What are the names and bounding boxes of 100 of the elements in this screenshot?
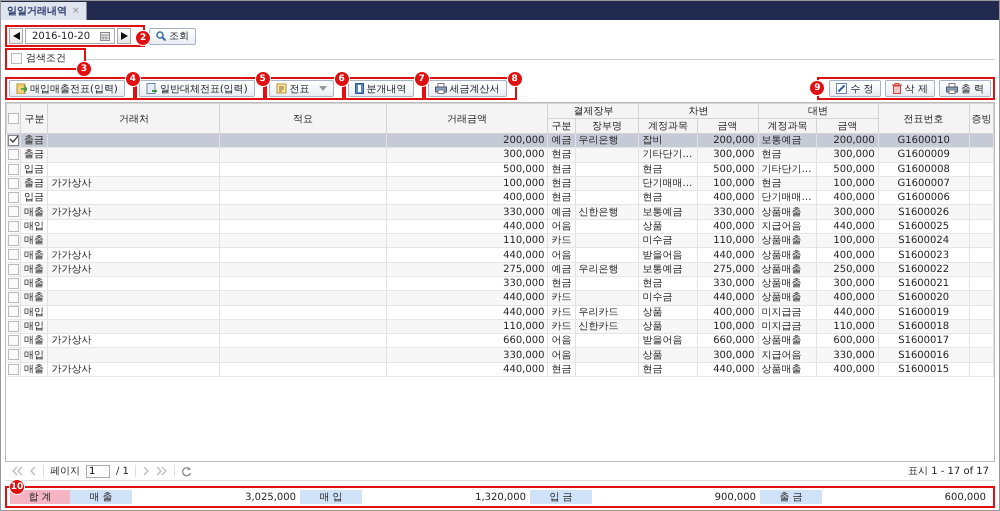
toolbar-button[interactable]: 일반대체전표(입력) xyxy=(138,80,255,97)
table-cell: 상품매출 xyxy=(762,235,802,246)
table-cell: 보통예금 xyxy=(762,135,802,146)
table-cell: 단기매매… xyxy=(642,178,692,190)
printer-icon xyxy=(434,83,447,94)
table-row[interactable]: 매입 440,000 카드 우리카드 상품 400,000 미지급금 440,000 S1600019 xyxy=(6,305,994,320)
summary-label: 출 금 xyxy=(760,490,822,504)
table-cell: 현금 xyxy=(551,278,572,290)
table-cell: 출금 xyxy=(24,149,44,160)
table-row[interactable]: 매출 440,000 카드 미수금 440,000 상품매출 400,000 S1600020 xyxy=(6,290,994,306)
document-icon xyxy=(276,83,287,94)
table-cell: 현금 xyxy=(642,192,662,204)
last-page-icon[interactable] xyxy=(156,466,168,476)
table-cell: 330,000 xyxy=(503,350,544,361)
checkbox[interactable] xyxy=(8,206,19,218)
window-tab[interactable]: 일일거래내역 × xyxy=(1,2,87,20)
table-cell: 440,000 xyxy=(713,292,755,304)
table-cell: 예금 xyxy=(551,206,572,218)
table-cell: S1600022 xyxy=(898,264,950,275)
search-button[interactable]: 조회 xyxy=(149,28,196,44)
table-cell: 330,000 xyxy=(503,278,544,290)
table-cell: 330,000 xyxy=(503,206,544,218)
table-cell: 카드 xyxy=(551,292,572,304)
toolbar-button[interactable]: 매입매출전표(입력) xyxy=(9,80,125,97)
checkbox[interactable] xyxy=(8,335,19,346)
summary-value: 600,000 xyxy=(944,490,987,504)
table-cell: 상품매출 xyxy=(762,264,802,275)
checkbox[interactable] xyxy=(8,220,19,232)
first-page-icon[interactable] xyxy=(11,466,23,476)
checkbox[interactable] xyxy=(8,364,19,375)
table-cell: G1600008 xyxy=(898,164,950,175)
summary-label: 입 금 xyxy=(530,490,592,504)
table-row[interactable]: 출금 300,000 현금 기타단기… 300,000 현금 300,000 G1600009 xyxy=(6,148,994,162)
table-row[interactable]: 매출 가가상사 440,000 현금 현금 440,000 상품매출 400,000 S1600015 xyxy=(6,362,994,377)
checkbox[interactable] xyxy=(8,112,20,124)
column-header: 차변 xyxy=(638,104,758,118)
table-cell: 매출 xyxy=(24,278,44,290)
table-cell: 지급어음 xyxy=(762,220,802,232)
column-header: 적요 xyxy=(220,104,386,134)
table-row[interactable]: 매입 110,000 카드 신한카드 상품 100,000 미지급금 110,000 S1600018 xyxy=(6,319,994,334)
table-row[interactable]: 매출 가가상사 275,000 예금 우리은행 보통예금 275,000 상품매출 250,000 S1600022 xyxy=(6,262,994,276)
table-cell: 어음 xyxy=(551,220,572,232)
table-row[interactable]: 매입 330,000 어음 상품 300,000 지급어음 330,000 S1600016 xyxy=(6,348,994,362)
date-field[interactable]: 2016-10-20 xyxy=(25,28,116,44)
callout-badge: 9 xyxy=(809,80,826,96)
table-cell: 200,000 xyxy=(713,135,755,146)
table-row[interactable]: 출금 200,000 예금 우리은행 잡비 200,000 보통예금 200,000 G1600010 xyxy=(6,134,994,148)
table-cell: 440,000 xyxy=(503,292,544,304)
checkbox[interactable] xyxy=(8,234,19,246)
refresh-icon[interactable] xyxy=(180,466,192,476)
table-cell: 100,000 xyxy=(833,235,875,246)
table-cell: 440,000 xyxy=(833,306,875,318)
checkbox[interactable] xyxy=(8,178,19,189)
table-cell: G1600009 xyxy=(898,149,950,160)
table-cell: 현금 xyxy=(551,178,572,190)
checkbox[interactable] xyxy=(8,278,19,289)
previous-page-icon[interactable] xyxy=(29,466,37,476)
table-cell: 440,000 xyxy=(503,250,544,261)
table-cell: S1600019 xyxy=(898,306,950,318)
table-cell: 440,000 xyxy=(503,220,544,232)
checkbox[interactable] xyxy=(8,292,19,304)
toolbar-button[interactable]: 수 정 xyxy=(829,80,881,97)
next-page-icon[interactable] xyxy=(142,466,150,476)
table-row[interactable]: 매출 110,000 카드 미수금 110,000 상품매출 100,000 S1600024 xyxy=(6,234,994,248)
table-cell: 660,000 xyxy=(503,335,544,346)
table-cell: 400,000 xyxy=(713,306,755,318)
checkbox[interactable] xyxy=(8,134,19,146)
dropdown-button[interactable]: 전표 xyxy=(268,80,334,97)
table-cell: 상품매출 xyxy=(762,335,802,346)
checkbox[interactable] xyxy=(8,249,19,260)
checkbox[interactable] xyxy=(8,320,19,332)
previous-button[interactable] xyxy=(9,28,23,44)
checkbox[interactable] xyxy=(8,164,19,174)
table-row[interactable]: 출금 가가상사 100,000 현금 단기매매… 100,000 현금 100,000 G1600007 xyxy=(6,176,994,191)
check-icon xyxy=(8,135,18,144)
toolbar-button[interactable]: 삭 제 xyxy=(884,80,935,97)
book-icon xyxy=(354,83,364,94)
checkbox[interactable] xyxy=(8,149,19,160)
checkbox[interactable] xyxy=(8,192,19,204)
trash-icon xyxy=(892,83,902,94)
toolbar-button[interactable]: 출 력 xyxy=(938,80,991,97)
table-row[interactable]: 매출 가가상사 440,000 어음 받을어음 440,000 상품매출 400,000 S1600023 xyxy=(6,248,994,262)
checkbox[interactable] xyxy=(8,306,19,318)
next-button[interactable] xyxy=(117,28,132,44)
checkbox[interactable] xyxy=(8,264,19,275)
table-cell: 110,000 xyxy=(713,235,755,246)
page-field[interactable]: 1 xyxy=(86,464,110,478)
checkbox[interactable] xyxy=(11,52,22,64)
table-cell: 상품 xyxy=(642,220,662,232)
pencil-icon xyxy=(836,83,848,94)
checkbox[interactable] xyxy=(8,349,19,360)
table-cell: 매입 xyxy=(24,321,44,332)
toolbar-button[interactable]: 세금계산서 xyxy=(428,80,507,97)
table-cell: 200,000 xyxy=(503,135,544,146)
toolbar-button[interactable]: 분개내역 xyxy=(348,80,414,97)
table-cell: 현금 xyxy=(642,364,662,375)
table-row[interactable]: 매출 가가상사 330,000 예금 신한은행 보통예금 330,000 상품매출 300,000 S1600026 xyxy=(6,204,994,220)
table-row[interactable]: 입금 500,000 현금 현금 500,000 기타단기… 500,000 G1600008 xyxy=(6,162,994,176)
summary-value: 900,000 xyxy=(714,490,757,504)
table-cell: 매출 xyxy=(24,364,44,375)
